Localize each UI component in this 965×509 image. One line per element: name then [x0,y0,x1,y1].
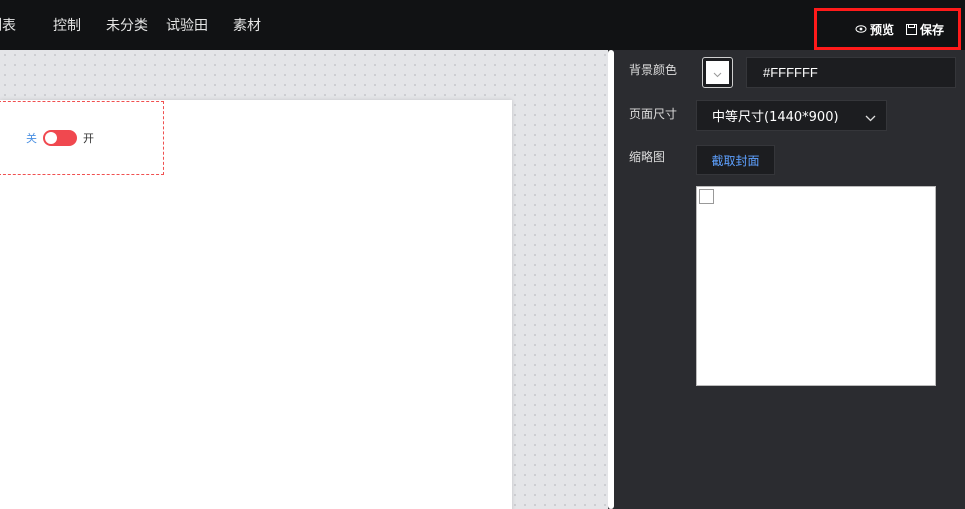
nav-item-control[interactable]: 控制 [53,15,81,35]
thumbnail-preview [696,186,936,386]
nav-item-trial[interactable]: 试验田 [166,15,208,35]
bg-color-picker[interactable] [702,57,733,88]
header-actions: 预览 保存 [814,8,961,50]
page-size-value: 中等尺寸(1440*900) [712,110,839,125]
chevron-down-icon [865,111,876,126]
selected-switch-widget[interactable]: 关 开 [0,101,164,175]
save-button[interactable]: 保存 [905,21,944,38]
nav-item-materials[interactable]: 素材 [233,15,261,35]
editor-canvas[interactable]: 关 开 [0,50,608,509]
properties-panel: 背景颜色 #FFFFFF 页面尺寸 中等尺寸(1440*900) 缩略图 截取封… [616,50,965,509]
page-size-label: 页面尺寸 [629,107,678,121]
toggle-switch[interactable] [43,130,77,146]
page-canvas[interactable]: 关 开 [0,100,512,509]
chevron-down-icon [713,63,722,82]
switch-on-label: 开 [83,132,94,145]
save-label: 保存 [919,22,944,37]
bg-color-label: 背景颜色 [629,63,678,77]
broken-image-icon [699,189,714,204]
thumbnail-label: 缩略图 [629,150,666,164]
panel-resize-handle[interactable] [608,50,614,509]
capture-cover-button[interactable]: 截取封面 [696,145,775,175]
switch-off-label: 关 [26,132,37,145]
nav-item-uncategorized[interactable]: 未分类 [106,15,148,35]
switch-component: 关 开 [26,130,94,146]
save-icon [905,23,917,35]
page-size-select[interactable]: 中等尺寸(1440*900) [696,100,887,131]
nav-item-list[interactable]: 列表 [0,15,16,35]
preview-label: 预览 [869,22,894,37]
preview-button[interactable]: 预览 [855,21,894,38]
bg-color-hex-input[interactable]: #FFFFFF [746,57,956,88]
eye-icon [855,23,867,35]
toggle-knob [45,132,57,144]
top-bar: 列表 控制 未分类 试验田 素材 预览 保存 [0,0,965,50]
color-swatch-preview [706,61,729,84]
